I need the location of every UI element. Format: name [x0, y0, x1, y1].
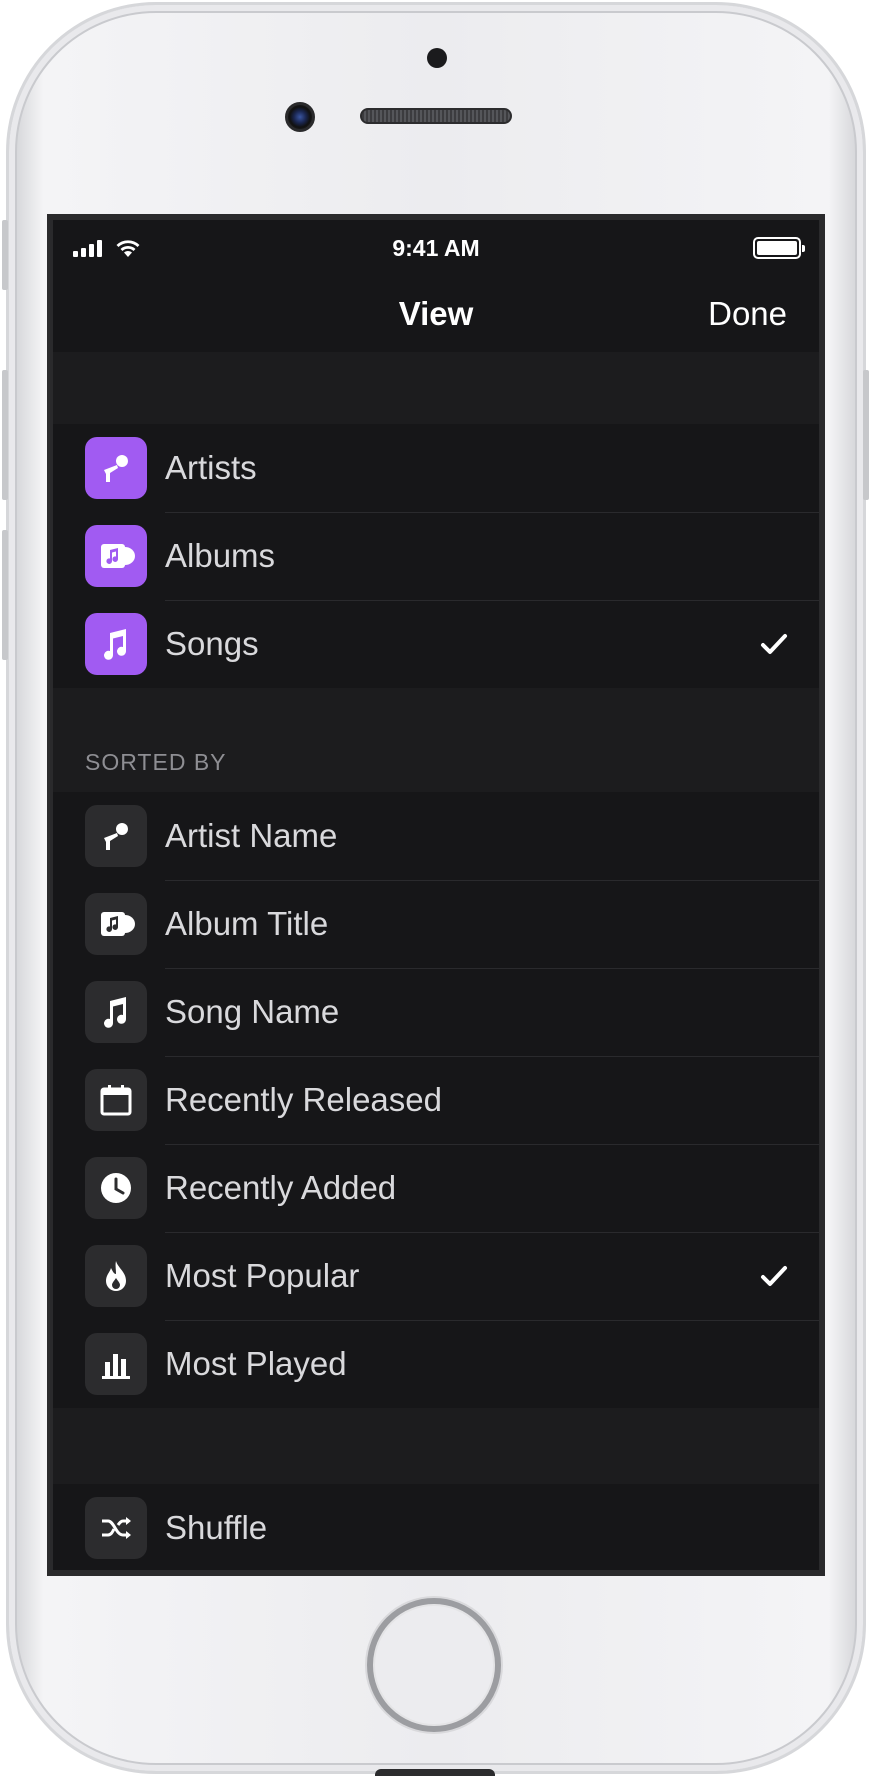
section-spacer [53, 352, 819, 424]
sort-option-label: Recently Added [165, 1169, 397, 1206]
sort-option-label: Most Popular [165, 1257, 360, 1294]
music-note-icon [85, 981, 147, 1043]
sort-option-recently-added[interactable]: Recently Added [53, 1144, 819, 1232]
sort-option-recently-released[interactable]: Recently Released [53, 1056, 819, 1144]
power-button [863, 370, 869, 500]
calendar-icon [85, 1069, 147, 1131]
microphone-icon [85, 805, 147, 867]
checkmark-icon [761, 1266, 787, 1286]
view-option-label: Artists [165, 449, 257, 486]
status-bar: 9:41 AM [53, 220, 819, 276]
proximity-sensor [427, 48, 447, 68]
sorted-by-header: SORTED BY [53, 688, 819, 792]
status-time: 9:41 AM [392, 234, 480, 261]
album-icon [85, 525, 147, 587]
sort-option-label: Artist Name [165, 817, 338, 854]
bar-chart-icon [85, 1333, 147, 1395]
microphone-icon [85, 437, 147, 499]
view-options-list: Artists Albums Songs [53, 424, 819, 688]
done-button[interactable]: Done [708, 295, 787, 333]
battery-icon [753, 237, 805, 259]
sort-option-label: Song Name [165, 993, 340, 1030]
view-option-label: Albums [165, 537, 276, 574]
screen: 9:41 AM View Done Artists Albums Songs S… [47, 214, 825, 1576]
view-option-label: Songs [165, 625, 259, 662]
album-icon [85, 893, 147, 955]
mute-switch [2, 220, 8, 290]
sort-option-most-played[interactable]: Most Played [53, 1320, 819, 1408]
shuffle-label: Shuffle [165, 1509, 268, 1546]
sort-options-list: Artist Name Album Title Song Name Recent… [53, 792, 819, 1408]
front-camera [285, 102, 315, 132]
page-title: View [398, 295, 474, 332]
wifi-icon [116, 240, 140, 257]
section-spacer [53, 1408, 819, 1484]
volume-down-button [2, 530, 8, 660]
view-option-albums[interactable]: Albums [53, 512, 819, 600]
sort-option-album-title[interactable]: Album Title [53, 880, 819, 968]
sort-option-label: Recently Released [165, 1081, 442, 1118]
view-option-artists[interactable]: Artists [53, 424, 819, 512]
sort-option-artist-name[interactable]: Artist Name [53, 792, 819, 880]
sort-option-label: Album Title [165, 905, 329, 942]
volume-up-button [2, 370, 8, 500]
clock-icon [85, 1157, 147, 1219]
lightning-port [375, 1769, 495, 1776]
earpiece-speaker [360, 108, 512, 124]
checkmark-icon [761, 634, 787, 654]
home-button[interactable] [367, 1598, 501, 1732]
cellular-signal-icon [73, 239, 102, 257]
sort-option-label: Most Played [165, 1345, 347, 1382]
shuffle-button[interactable]: Shuffle [53, 1484, 819, 1570]
flame-icon [85, 1245, 147, 1307]
sort-option-most-popular[interactable]: Most Popular [53, 1232, 819, 1320]
sort-option-song-name[interactable]: Song Name [53, 968, 819, 1056]
view-option-songs[interactable]: Songs [53, 600, 819, 688]
music-note-icon [85, 613, 147, 675]
navigation-bar: View Done [53, 276, 819, 352]
shuffle-icon [85, 1497, 147, 1559]
actions-list: Shuffle [53, 1484, 819, 1570]
